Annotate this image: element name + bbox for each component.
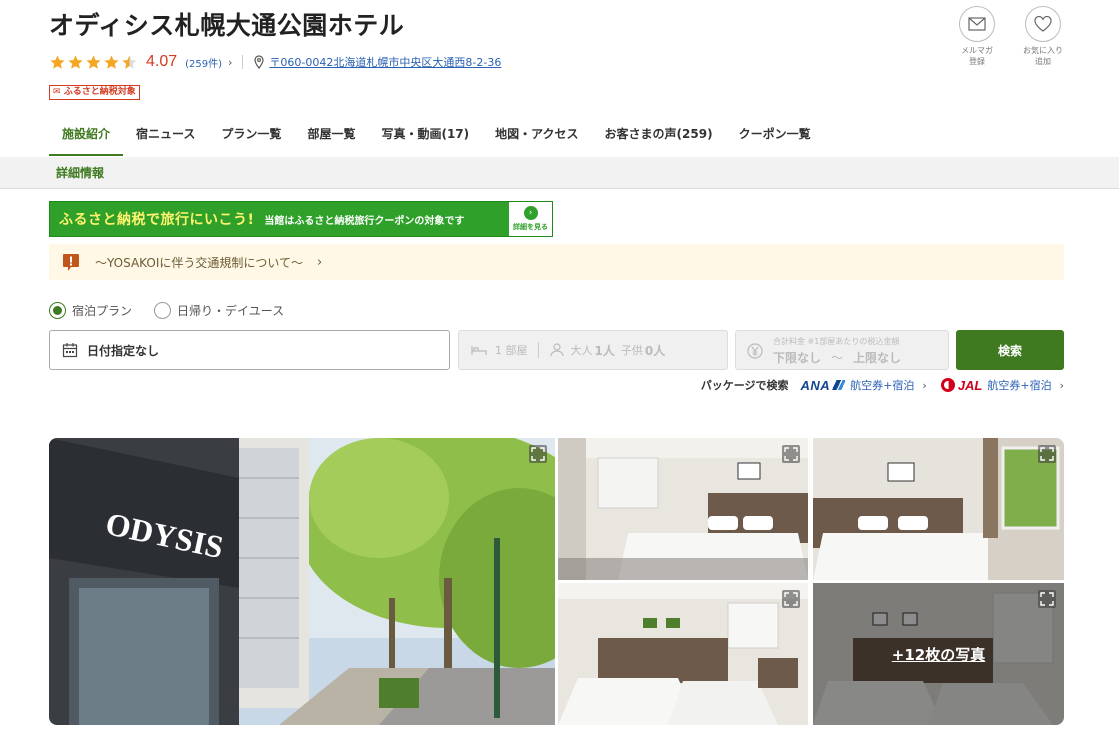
tab-map[interactable]: 地図・アクセス <box>482 113 591 156</box>
subnav-details[interactable]: 詳細情報 <box>56 157 104 189</box>
ana-package-link[interactable]: 航空券+宿泊 <box>850 377 914 393</box>
divider <box>242 55 244 69</box>
top-actions: メルマガ 登録 お気に入り 追加 <box>957 6 1063 67</box>
tab-reviews[interactable]: お客さまの声(259) <box>592 113 726 156</box>
price-tilde: 〜 <box>831 351 844 365</box>
expand-icon[interactable] <box>1038 590 1056 608</box>
star-icon <box>103 54 120 71</box>
chevron-right-icon: › <box>1059 378 1064 392</box>
furusato-badge: ✉ ふるさと納税対象 <box>49 85 140 100</box>
half-star-icon <box>121 54 138 71</box>
price-caption: 合計料金 ※1部屋あたりの税込金額 <box>773 337 900 346</box>
radio-stay[interactable] <box>49 302 66 319</box>
tab-coupons[interactable]: クーポン一覧 <box>726 113 824 156</box>
date-value: 日付指定なし <box>87 343 160 358</box>
adults-value: 1人 <box>594 343 615 358</box>
jal-package-link[interactable]: 航空券+宿泊 <box>987 377 1051 393</box>
star-icon <box>85 54 102 71</box>
photo-room-3[interactable] <box>558 583 808 725</box>
pin-icon <box>254 55 265 69</box>
rating-score: 4.07 <box>146 53 178 70</box>
hotel-name: オディシス札幌大通公園ホテル <box>49 11 405 40</box>
radio-stay-label[interactable]: 宿泊プラン <box>72 302 132 319</box>
tab-rooms[interactable]: 部屋一覧 <box>294 113 368 156</box>
package-search: パッケージで検索 ANA 航空券+宿泊 › JAL 航空券+宿泊 › <box>701 377 1064 393</box>
jal-crane-icon <box>940 378 955 392</box>
search-button[interactable]: 検索 <box>956 330 1064 370</box>
photo-gallery: ODYSIS +12枚の写真 <box>49 438 1064 725</box>
star-rating <box>49 54 138 71</box>
price-range: 下限なし〜上限なし <box>773 349 901 366</box>
photo-room-2[interactable] <box>813 438 1064 580</box>
review-count-link[interactable]: (259件) <box>185 55 222 70</box>
notice-text: 〜YOSAKOIに伴う交通規制について〜 <box>95 255 304 270</box>
newsletter-label: メルマガ 登録 <box>961 46 993 66</box>
price-min: 下限なし <box>773 351 822 365</box>
date-picker[interactable]: 日付指定なし <box>49 330 450 370</box>
star-icon <box>49 54 66 71</box>
tab-plans[interactable]: プラン一覧 <box>208 113 294 156</box>
ana-logo: ANA <box>800 377 831 393</box>
chevron-right-icon: › <box>317 254 323 270</box>
more-photos-label[interactable]: +12枚の写真 <box>813 583 1064 725</box>
tag-icon: ✉ <box>53 87 61 97</box>
adults-label: 大人 <box>570 344 593 357</box>
room-count: 1 部屋 <box>495 344 528 357</box>
rating-row: 4.07 (259件) › 〒060-0042北海道札幌市中央区大通西8-2-3… <box>49 51 501 73</box>
alert-icon <box>63 253 79 271</box>
sub-navigation: 詳細情報 <box>0 157 1119 189</box>
radio-dayuse-label[interactable]: 日帰り・デイユース <box>177 302 284 319</box>
star-icon <box>67 54 84 71</box>
photo-room-1[interactable] <box>558 438 808 580</box>
tab-photos[interactable]: 写真・動画(17) <box>368 113 482 156</box>
furusato-badge-label: ふるさと納税対象 <box>63 87 136 97</box>
favorite-button[interactable]: お気に入り 追加 <box>1023 6 1063 67</box>
expand-icon[interactable] <box>782 590 800 608</box>
banner-details-button[interactable]: › 詳細を見る <box>509 202 552 236</box>
person-icon <box>549 343 564 357</box>
banner-headline: ふるさと納税で旅行にいこう! <box>59 212 255 228</box>
tab-news[interactable]: 宿ニュース <box>123 113 208 156</box>
favorite-label: お気に入り 追加 <box>1023 46 1063 66</box>
chevron-right-icon: › <box>523 206 538 220</box>
price-range-selector[interactable]: 合計料金 ※1部屋あたりの税込金額 下限なし〜上限なし <box>735 330 949 370</box>
expand-icon[interactable] <box>1038 445 1056 463</box>
bed-icon <box>471 346 487 355</box>
address-link[interactable]: 〒060-0042北海道札幌市中央区大通西8-2-36 <box>269 54 501 70</box>
hotel-tabs: 施設紹介 宿ニュース プラン一覧 部屋一覧 写真・動画(17) 地図・アクセス … <box>49 113 824 156</box>
traffic-notice[interactable]: 〜YOSAKOIに伴う交通規制について〜 › <box>49 244 1064 280</box>
package-label: パッケージで検索 <box>700 379 789 392</box>
ana-mark-icon <box>831 380 846 390</box>
divider <box>537 342 539 358</box>
expand-icon[interactable] <box>782 445 800 463</box>
yen-icon <box>747 343 763 359</box>
tab-overview[interactable]: 施設紹介 <box>49 113 124 156</box>
heart-icon <box>1025 6 1061 42</box>
photo-more[interactable]: +12枚の写真 <box>813 583 1064 725</box>
chevron-right-icon: › <box>922 378 927 392</box>
room-guest-selector[interactable]: 1 部屋 大人 1人 子供 0人 <box>458 330 728 370</box>
photo-exterior[interactable]: ODYSIS <box>49 438 555 725</box>
newsletter-button[interactable]: メルマガ 登録 <box>957 6 997 67</box>
jal-logo: JAL <box>957 377 983 393</box>
expand-icon[interactable] <box>529 445 547 463</box>
banner-details-label: 詳細を見る <box>513 223 548 231</box>
children-label: 子供 <box>620 344 643 357</box>
furusato-banner[interactable]: ふるさと納税で旅行にいこう! 当館はふるさと納税旅行クーポンの対象です › 詳細… <box>49 201 553 237</box>
price-max: 上限なし <box>853 351 902 365</box>
chevron-right-icon[interactable]: › <box>228 56 232 69</box>
children-value: 0人 <box>644 343 666 358</box>
radio-dayuse[interactable] <box>154 302 172 319</box>
calendar-icon <box>62 343 78 358</box>
mail-icon <box>959 6 995 42</box>
banner-subtext: 当館はふるさと納税旅行クーポンの対象です <box>264 215 465 227</box>
stay-type-selector: 宿泊プラン 日帰り・デイユース <box>49 302 300 319</box>
